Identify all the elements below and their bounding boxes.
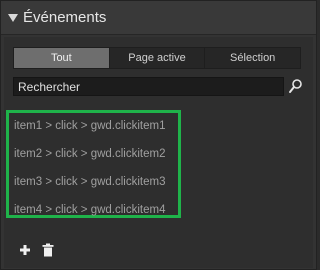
plus-icon[interactable] (18, 243, 32, 257)
events-panel: Événements Tout Page active Sélection it… (0, 0, 317, 270)
panel-header[interactable]: Événements (1, 1, 316, 35)
search-icon[interactable] (288, 78, 304, 94)
list-item[interactable]: item1 > click > gwd.clickitem1 (9, 116, 178, 144)
list-item[interactable]: item3 > click > gwd.clickitem3 (9, 172, 178, 200)
filter-tabs: Tout Page active Sélection (13, 47, 301, 69)
list-item[interactable]: item4 > click > gwd.clickitem4 (9, 200, 178, 228)
tab-active-page[interactable]: Page active (109, 48, 206, 68)
list-item[interactable]: item2 > click > gwd.clickitem2 (9, 144, 178, 172)
triangle-down-icon[interactable] (8, 14, 18, 22)
search-input[interactable] (13, 77, 284, 96)
event-list: item1 > click > gwd.clickitem1 item2 > c… (6, 110, 181, 218)
trash-icon[interactable] (41, 243, 55, 257)
panel-body: Tout Page active Sélection item1 > click… (4, 37, 313, 268)
panel-title: Événements (23, 9, 107, 26)
tab-all[interactable]: Tout (14, 48, 110, 68)
tab-selection[interactable]: Sélection (205, 48, 301, 68)
